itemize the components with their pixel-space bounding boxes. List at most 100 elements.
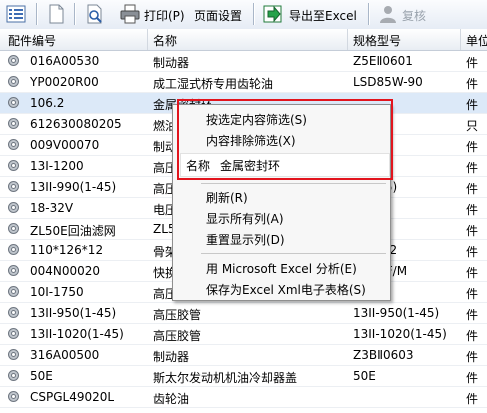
cell-unit: 件 xyxy=(466,308,479,322)
menu-save-excel-xml[interactable]: 保存为Excel Xml电子表格(S) xyxy=(173,279,390,299)
cell-part-code: CSPGL49020L xyxy=(30,390,115,404)
filter-field-value[interactable]: 金属密封环 xyxy=(220,157,280,174)
column-header-part-code[interactable]: 配件编号 xyxy=(8,32,56,49)
gear-icon xyxy=(7,159,20,172)
cell-unit: 件 xyxy=(466,98,479,112)
grid-header: 配件编号 名称 规格型号 单位 xyxy=(0,29,487,51)
cell-spec: 13II-1020(1-45) xyxy=(353,327,447,341)
table-row[interactable]: 13II-950(1-45) 高压胶管 13II-950(1-45) 件 xyxy=(0,303,487,324)
menu-analyze-excel[interactable]: 用 Microsoft Excel 分析(E) xyxy=(173,258,390,278)
gear-icon xyxy=(7,327,20,340)
cell-unit: 件 xyxy=(466,140,479,154)
gear-icon xyxy=(7,96,20,109)
printer-icon[interactable] xyxy=(119,3,141,25)
menu-filter-by-selection[interactable]: 按选定内容筛选(S) xyxy=(173,109,390,129)
menu-separator xyxy=(201,183,386,184)
gear-icon xyxy=(7,369,20,382)
cell-unit: 只 xyxy=(466,119,479,133)
cell-name: 齿轮油 xyxy=(153,392,190,406)
context-menu: 按选定内容筛选(S) 内容排除筛选(X) 名称 金属密封环 刷新(R) 显示所有… xyxy=(172,104,391,301)
cell-part-code: 106.2 xyxy=(30,96,65,110)
cell-unit: 件 xyxy=(466,350,479,364)
gear-icon xyxy=(7,75,20,88)
menu-refresh[interactable]: 刷新(R) xyxy=(173,187,390,207)
cell-part-code: YP0020R00 xyxy=(30,75,99,89)
gear-icon xyxy=(7,180,20,193)
cell-unit: 件 xyxy=(466,203,479,217)
gear-icon xyxy=(7,285,20,298)
cell-part-code: 18-32V xyxy=(30,201,74,215)
cell-part-code: 612630080205 xyxy=(30,117,122,131)
cell-unit: 件 xyxy=(466,182,479,196)
gear-icon xyxy=(7,243,20,256)
cell-part-code: 13II-950(1-45) xyxy=(30,306,117,320)
cell-spec: Z5EⅡ0601 xyxy=(353,54,413,68)
cell-part-code: 13II-1020(1-45) xyxy=(30,327,124,341)
cell-spec: Z3BⅡ0603 xyxy=(353,348,414,362)
column-header-unit[interactable]: 单位 xyxy=(466,32,487,49)
cell-unit: 件 xyxy=(466,56,479,70)
gear-icon xyxy=(7,390,20,403)
user-icon xyxy=(380,6,396,23)
cell-unit: 件 xyxy=(466,266,479,280)
filter-field-label: 名称 xyxy=(186,159,211,173)
menu-exclude-filter[interactable]: 内容排除筛选(X) xyxy=(173,130,390,150)
gear-icon xyxy=(7,264,20,277)
menu-show-all-columns[interactable]: 显示所有列(A) xyxy=(173,208,390,228)
table-row[interactable]: 016A00530 制动器 Z5EⅡ0601 件 xyxy=(0,51,487,72)
table-row[interactable]: YP0020R00 成工湿式桥专用齿轮油 LSD85W-90 件 xyxy=(0,72,487,93)
gear-icon xyxy=(7,54,20,67)
cell-name: 制动器 xyxy=(153,56,190,70)
cell-unit: 件 xyxy=(466,392,479,406)
toolbar: 打印(P) 页面设置 导出至Excel 复核 xyxy=(0,0,487,30)
cell-part-code: 110*126*12 xyxy=(30,243,104,257)
cell-unit: 件 xyxy=(466,287,479,301)
cell-unit: 件 xyxy=(466,329,479,343)
cell-unit: 件 xyxy=(466,77,479,91)
cell-unit: 件 xyxy=(466,245,479,259)
cell-part-code: 13II-990(1-45) xyxy=(30,180,117,194)
gear-icon xyxy=(7,348,20,361)
gear-icon xyxy=(7,138,20,151)
cell-part-code: 004N00020 xyxy=(30,264,101,278)
filter-by-field-row[interactable]: 名称 金属密封环 xyxy=(180,153,390,177)
gear-icon xyxy=(7,201,20,214)
cell-spec: 13II-950(1-45) xyxy=(353,306,440,320)
table-row[interactable]: CSPGL49020L 齿轮油 件 xyxy=(0,387,487,408)
cell-part-code: 13I-1200 xyxy=(30,159,84,173)
review-button: 复核 xyxy=(402,9,427,23)
cell-unit: 件 xyxy=(466,371,479,385)
gear-icon xyxy=(7,222,20,235)
cell-spec: 50E xyxy=(353,369,376,383)
cell-part-code: 316A00500 xyxy=(30,348,100,362)
cell-name: 成工湿式桥专用齿轮油 xyxy=(153,77,274,91)
cell-unit: 件 xyxy=(466,224,479,238)
cell-part-code: 016A00530 xyxy=(30,54,100,68)
export-excel-icon[interactable] xyxy=(262,3,284,25)
cell-name: 斯太尔发动机机油冷却器盖 xyxy=(153,371,298,385)
gear-icon xyxy=(7,117,20,130)
table-row[interactable]: 13II-1020(1-45) 高压胶管 13II-1020(1-45) 件 xyxy=(0,324,487,345)
gear-icon xyxy=(7,306,20,319)
cell-part-code: 10I-1750 xyxy=(30,285,84,299)
cell-unit: 件 xyxy=(466,161,479,175)
cell-part-code: 50E xyxy=(30,369,53,383)
export-excel-button[interactable]: 导出至Excel xyxy=(289,7,357,24)
menu-separator xyxy=(201,253,386,254)
table-row[interactable]: 316A00500 制动器 Z3BⅡ0603 件 xyxy=(0,345,487,366)
column-header-name[interactable]: 名称 xyxy=(153,32,177,49)
table-row[interactable]: 50E 斯太尔发动机机油冷却器盖 50E 件 xyxy=(0,366,487,387)
cell-spec: LSD85W-90 xyxy=(353,75,423,89)
document-icon[interactable] xyxy=(45,3,67,25)
column-header-spec[interactable]: 规格型号 xyxy=(353,32,401,49)
menu-reset-columns[interactable]: 重置显示列(D) xyxy=(173,229,390,249)
cell-name: 高压胶管 xyxy=(153,308,202,322)
cell-name: 制动器 xyxy=(153,350,190,364)
cell-part-code: ZL50E回油滤网 xyxy=(30,224,116,238)
list-view-icon[interactable] xyxy=(5,3,27,25)
print-preview-icon[interactable] xyxy=(84,3,106,25)
cell-part-code: 009V00070 xyxy=(30,138,100,152)
cell-name: 高压胶管 xyxy=(153,329,202,343)
print-button[interactable]: 打印(P) xyxy=(144,7,185,24)
page-setup-button[interactable]: 页面设置 xyxy=(194,7,242,24)
